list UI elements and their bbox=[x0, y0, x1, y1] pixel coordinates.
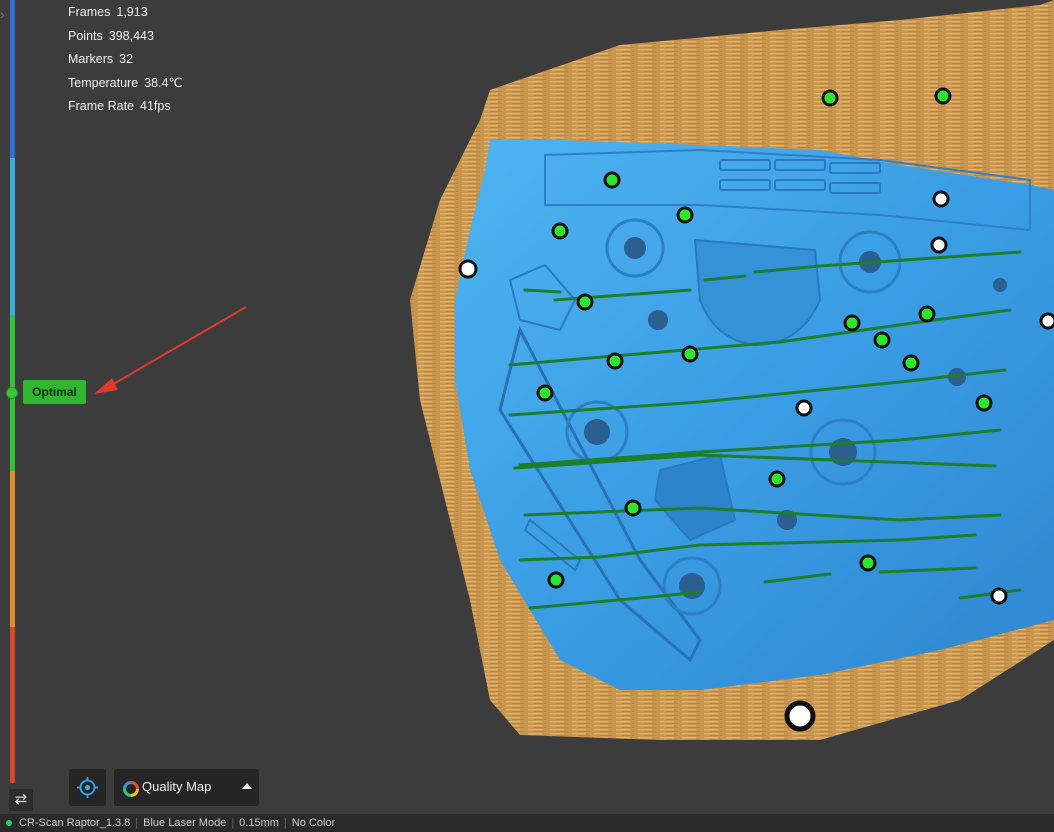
tracked-marker bbox=[934, 87, 952, 105]
annotation-arrow bbox=[94, 306, 247, 394]
tracked-marker bbox=[547, 571, 565, 589]
view-mode-dropdown[interactable]: Quality Map bbox=[114, 769, 259, 806]
connection-status-icon bbox=[6, 820, 12, 826]
stat-markers: Markers 32 bbox=[68, 50, 183, 74]
status-bar: CR-Scan Raptor_1.3.8 | Blue Laser Mode | 0.1… bbox=[0, 814, 1054, 832]
stat-label: Points bbox=[68, 28, 103, 43]
tracked-marker bbox=[821, 89, 839, 107]
quality-handle[interactable] bbox=[6, 387, 18, 399]
stat-frames: Frames 1,913 bbox=[68, 3, 183, 27]
tracked-marker bbox=[576, 293, 594, 311]
stat-value: 32 bbox=[119, 52, 134, 66]
status-color-mode: No Color bbox=[291, 817, 336, 829]
collapse-chevron-icon[interactable]: › bbox=[0, 6, 10, 22]
untracked-marker bbox=[990, 587, 1008, 605]
tracked-marker bbox=[859, 554, 877, 572]
quality-segment-red bbox=[10, 627, 15, 783]
caret-up-icon bbox=[242, 783, 252, 789]
scan-stats: Frames 1,913 Points 398,443 Markers 32 Temp… bbox=[68, 3, 183, 121]
tracked-marker bbox=[873, 331, 891, 349]
quality-status-badge: Optimal bbox=[23, 380, 86, 404]
untracked-marker bbox=[795, 399, 813, 417]
tracked-marker bbox=[551, 222, 569, 240]
target-button[interactable] bbox=[69, 769, 106, 806]
quality-segment-orange bbox=[10, 471, 15, 627]
view-mode-label: Quality Map bbox=[142, 779, 212, 794]
untracked-marker bbox=[1039, 312, 1054, 330]
untracked-marker bbox=[458, 259, 478, 279]
tracked-marker bbox=[606, 352, 624, 370]
stat-value: 38.4℃ bbox=[144, 75, 183, 90]
untracked-marker bbox=[930, 236, 948, 254]
untracked-marker bbox=[932, 190, 950, 208]
stat-value: 41fps bbox=[140, 99, 171, 113]
quality-map-icon bbox=[123, 781, 139, 797]
quality-segment-blue bbox=[10, 0, 15, 158]
swap-icon: ⇄ bbox=[14, 791, 28, 808]
tracked-marker bbox=[624, 499, 642, 517]
tracked-marker bbox=[902, 354, 920, 372]
stat-points: Points 398,443 bbox=[68, 27, 183, 51]
status-device: CR-Scan Raptor_1.3.8 bbox=[19, 817, 131, 829]
stat-label: Frame Rate bbox=[68, 99, 134, 113]
tracked-marker bbox=[681, 345, 699, 363]
stat-label: Temperature bbox=[68, 75, 139, 90]
tracked-marker bbox=[918, 305, 936, 323]
point-cloud-view[interactable] bbox=[0, 0, 1054, 814]
untracked-marker bbox=[784, 700, 816, 732]
stat-value: 398,443 bbox=[108, 28, 154, 43]
status-scan-mode: Blue Laser Mode bbox=[143, 817, 227, 829]
tracked-marker bbox=[603, 171, 621, 189]
tracked-marker bbox=[768, 470, 786, 488]
stat-temperature: Temperature 38.4℃ bbox=[68, 74, 183, 98]
status-resolution: 0.15mm bbox=[239, 817, 279, 829]
quality-segment-cyan bbox=[10, 158, 15, 315]
stat-label: Frames bbox=[68, 5, 111, 19]
target-icon bbox=[77, 777, 98, 798]
swap-button[interactable]: ⇄ bbox=[9, 789, 33, 811]
tracked-marker bbox=[536, 384, 554, 402]
stat-frame-rate: Frame Rate 41fps bbox=[68, 97, 183, 121]
stat-value: 1,913 bbox=[116, 5, 148, 19]
tracked-marker bbox=[676, 206, 694, 224]
tracked-marker bbox=[843, 314, 861, 332]
tracked-marker bbox=[975, 394, 993, 412]
stat-label: Markers bbox=[68, 52, 114, 66]
scan-viewport[interactable]: › Optimal Frames 1,913 Points 398,443 Mark… bbox=[0, 0, 1054, 814]
